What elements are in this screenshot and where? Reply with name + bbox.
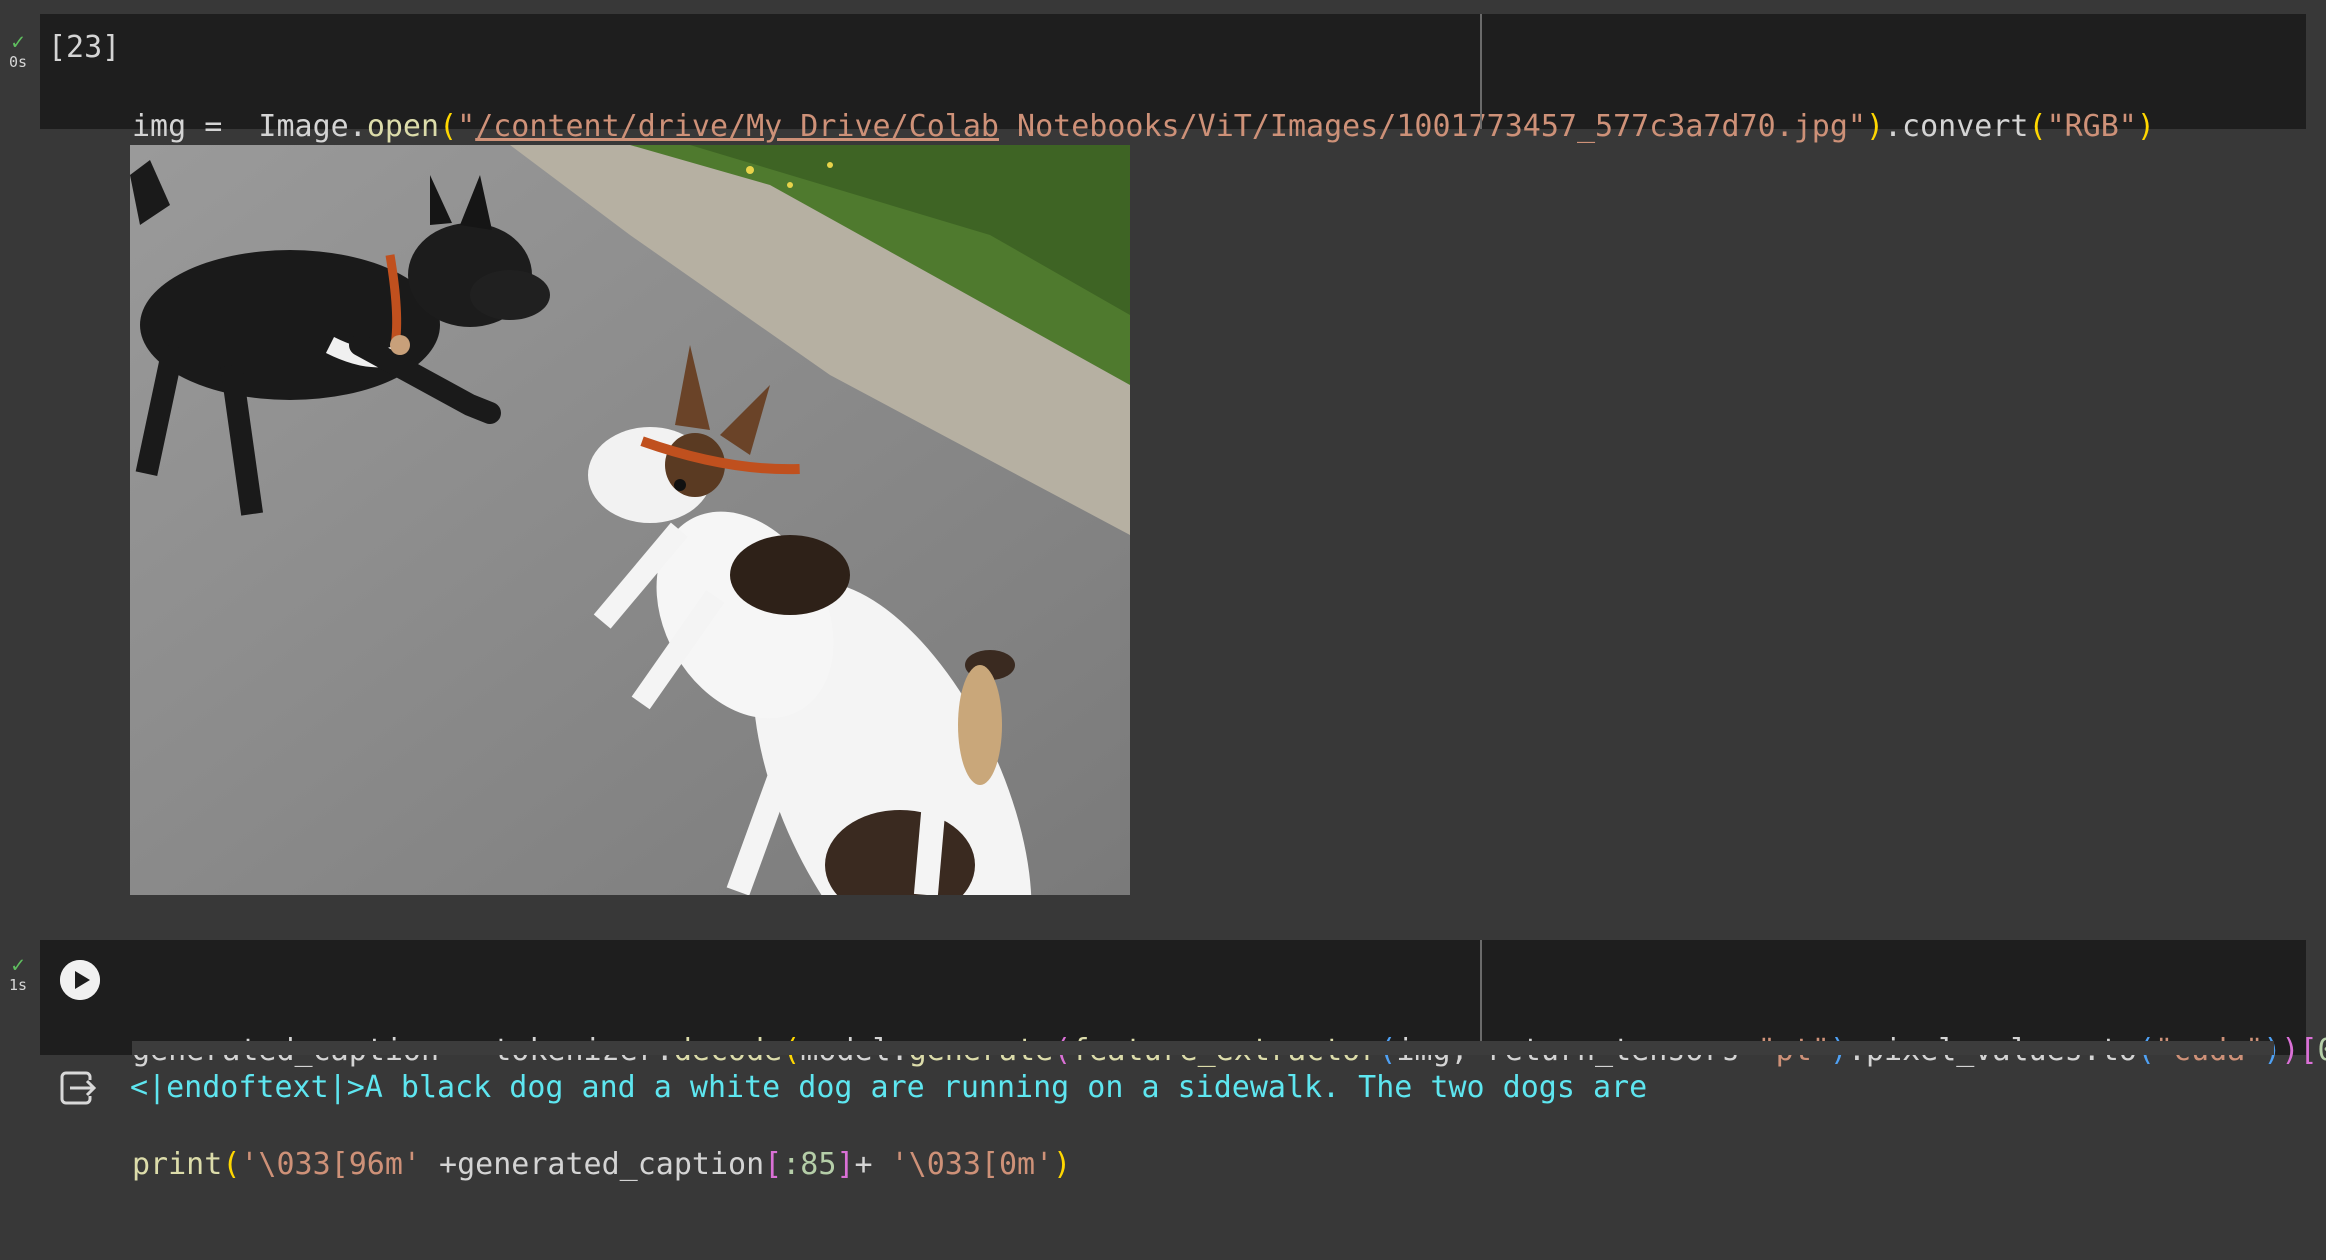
- cell2-status: ✓ 1s: [0, 953, 36, 994]
- code-line-1: img = Image.open("/content/drive/My Driv…: [132, 109, 2155, 144]
- success-check-icon: ✓: [11, 30, 25, 55]
- output-image: [130, 145, 1130, 895]
- execution-time: 0s: [8, 53, 28, 71]
- horizontal-scrollbar[interactable]: [132, 1041, 2274, 1055]
- code-line-2: print('\033[96m' +generated_caption[:85]…: [132, 1147, 1072, 1182]
- cell-output-text: <|endoftext|>A black dog and a white dog…: [130, 1070, 1648, 1105]
- dogs-photo: [130, 145, 1130, 895]
- execution-count: [23]: [48, 30, 121, 65]
- code-cell-2[interactable]: generated_caption = tokenizer.decode(mod…: [40, 940, 2326, 1182]
- execution-time: 1s: [8, 976, 28, 994]
- play-icon: [60, 960, 100, 1000]
- ruler-line: [1480, 940, 1482, 1055]
- code-cell-1[interactable]: [23] img = Image.open("/content/drive/My…: [40, 14, 2306, 258]
- ruler-line: [1480, 14, 1482, 129]
- code-editor-2[interactable]: generated_caption = tokenizer.decode(mod…: [132, 956, 2326, 1260]
- run-cell-button[interactable]: [60, 960, 100, 1000]
- output-exit-icon[interactable]: [58, 1068, 98, 1108]
- cell1-status: ✓ 0s: [0, 30, 36, 71]
- success-check-icon: ✓: [11, 953, 25, 978]
- path-link[interactable]: /content/drive/My Drive/Colab: [475, 109, 999, 144]
